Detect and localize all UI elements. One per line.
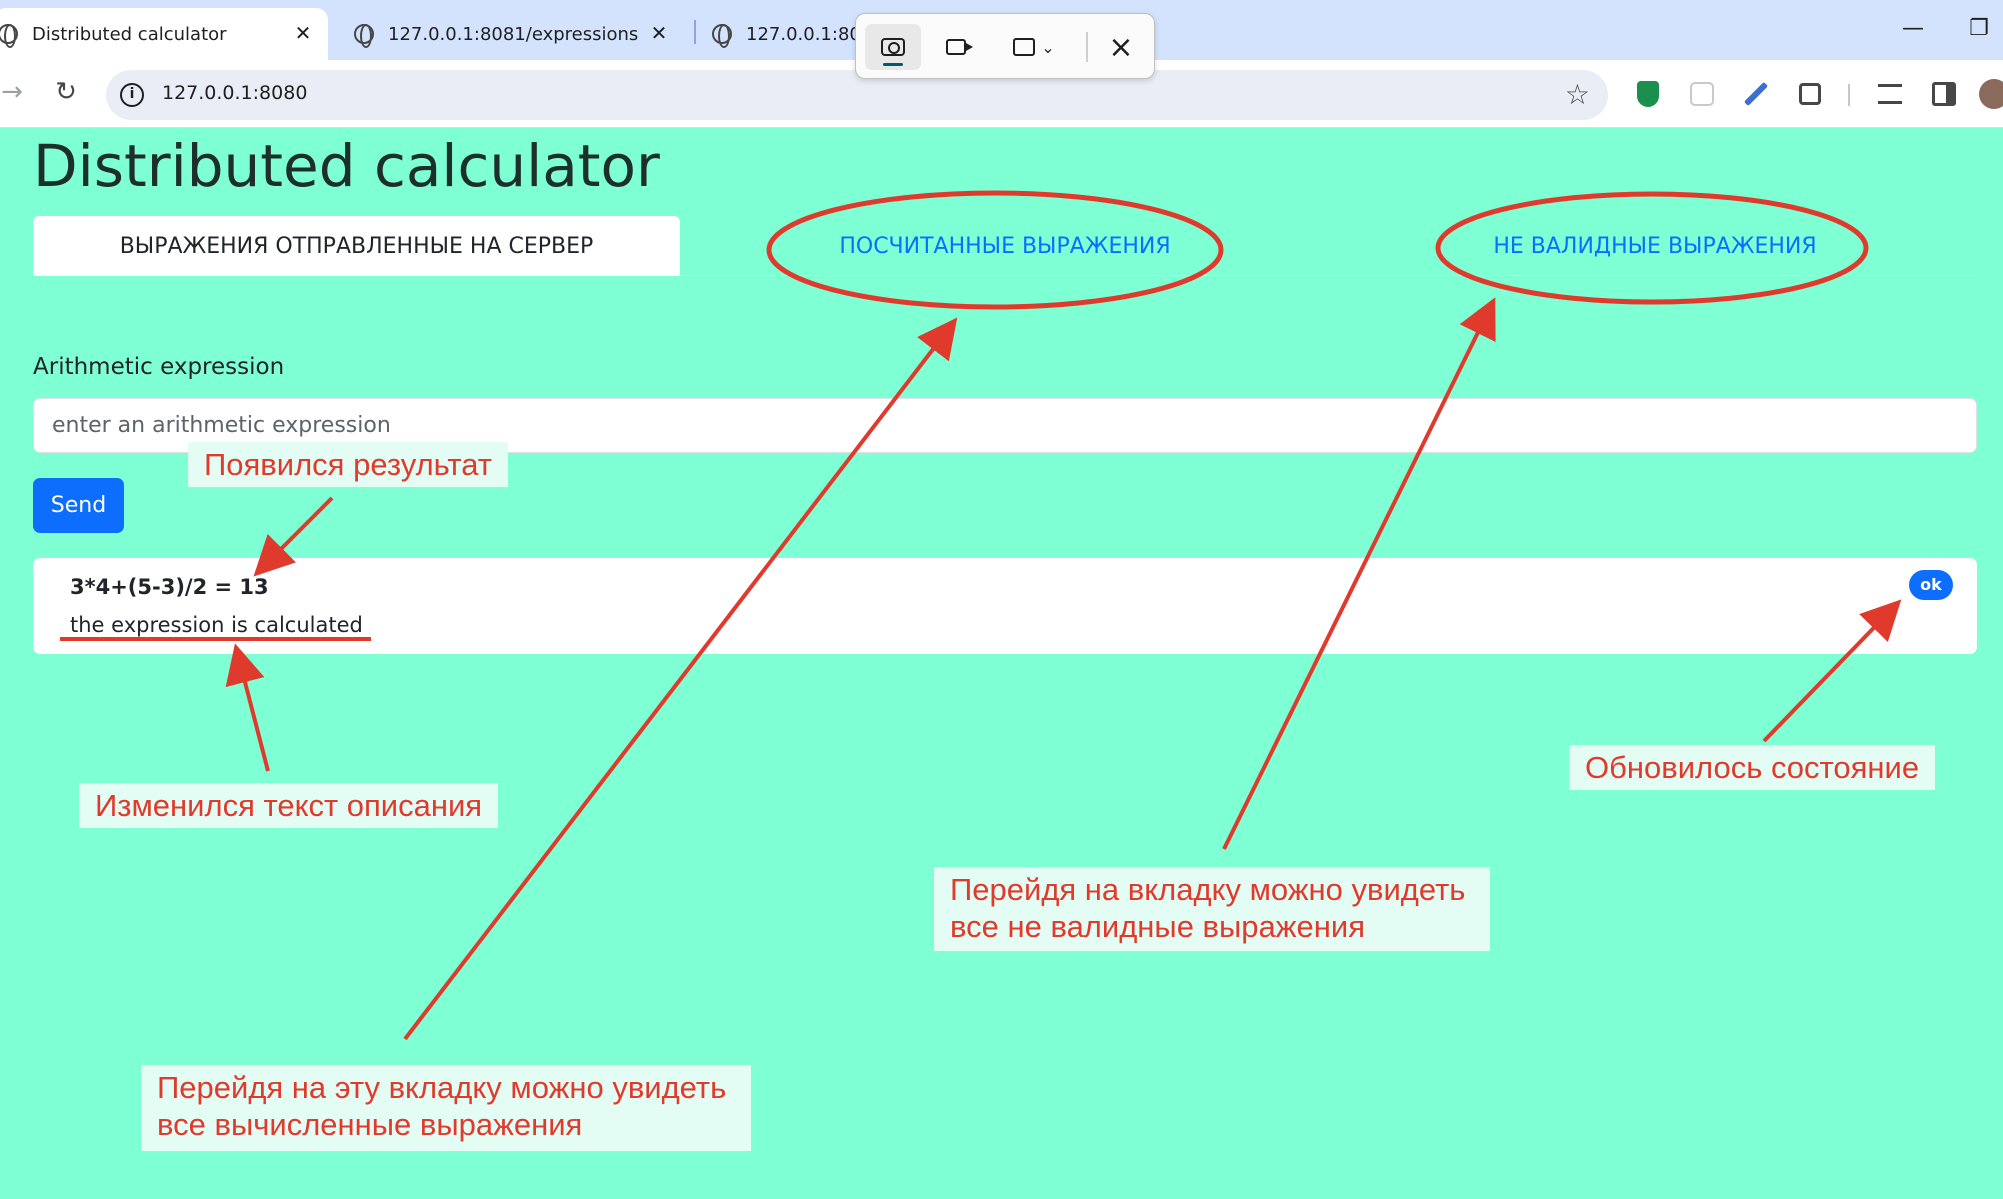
annotation-description-changed: Изменился текст описания [79,783,499,828]
annotation-invalid-tab: Перейдя на вкладку можно увидеть все не … [934,867,1490,951]
star-icon[interactable]: ☆ [1565,78,1590,111]
reload-icon[interactable]: ↻ [48,74,84,110]
eyedropper-icon[interactable] [1740,78,1772,110]
toolbar-separator [1848,84,1850,106]
snipping-toolbar: ⌄ × [855,13,1155,79]
browser-tab-title: 127.0.0.1:8085 [746,23,862,45]
page-title: Distributed calculator [33,132,660,200]
shield-extension-icon[interactable] [1632,78,1664,110]
close-tab-icon[interactable]: ✕ [646,20,672,46]
result-description: the expression is calculated [70,613,363,637]
avatar[interactable] [1978,78,2003,110]
rectangle-mode-icon[interactable]: ⌄ [1002,24,1066,70]
forward-icon[interactable]: → [0,74,30,110]
annotation-line: все не валидные выражения [950,909,1365,944]
browser-tab-expressions[interactable]: 127.0.0.1:8081/expressions ✕ [354,8,684,60]
globe-icon [712,24,732,48]
address-bar[interactable]: i 127.0.0.1:8080 ☆ [106,70,1608,120]
camera-icon[interactable] [865,24,921,70]
side-panel-icon[interactable] [1928,78,1960,110]
send-button[interactable]: Send [33,478,124,533]
address-url[interactable]: 127.0.0.1:8080 [162,82,307,104]
annotation-line: все вычисленные выражения [157,1107,583,1142]
arrow [225,643,270,772]
browser-tab-distributed-calculator[interactable]: Distributed calculator ✕ [0,8,328,60]
close-icon[interactable]: × [1098,24,1144,70]
browser-tab-title: 127.0.0.1:8081/expressions [388,23,639,45]
tab-invalid-expressions[interactable]: НЕ ВАЛИДНЫЕ ВЫРАЖЕНИЯ [1430,216,1880,276]
media-icon[interactable] [1874,78,1906,110]
chevron-down-icon: ⌄ [1041,37,1055,57]
browser-tab-8085[interactable]: 127.0.0.1:8085 [712,8,862,60]
tab-calculated-expressions[interactable]: ПОСЧИТАННЫЕ ВЫРАЖЕНИЯ [780,216,1230,276]
info-icon[interactable]: i [120,83,144,107]
annotation-line: Перейдя на эту вкладку можно увидеть [157,1070,727,1105]
result-card: 3*4+(5-3)/2 = 13 the expression is calcu… [33,558,1977,654]
tab-separator [694,20,696,44]
video-icon[interactable] [928,24,984,70]
annotation-calculated-tab: Перейдя на эту вкладку можно увидеть все… [141,1065,751,1151]
expression-label: Arithmetic expression [33,354,285,380]
snip-divider [1086,32,1088,62]
annotation-result-appeared: Появился результат [188,442,508,487]
restore-icon[interactable]: ❐ [1964,14,1994,44]
globe-icon [0,24,18,48]
tab-sent-expressions[interactable]: ВЫРАЖЕНИЯ ОТПРАВЛЕННЫЕ НА СЕРВЕР [33,216,680,276]
status-badge: ok [1909,570,1953,600]
result-expression: 3*4+(5-3)/2 = 13 [70,575,269,599]
extension-icon[interactable] [1686,78,1718,110]
annotation-status-updated: Обновилось состояние [1569,745,1936,790]
minimize-icon[interactable]: — [1898,14,1928,44]
puzzle-icon[interactable] [1794,78,1826,110]
close-tab-icon[interactable]: ✕ [290,20,316,46]
annotation-line: Перейдя на вкладку можно увидеть [950,872,1466,907]
globe-icon [354,24,374,48]
browser-tab-title: Distributed calculator [32,23,227,45]
